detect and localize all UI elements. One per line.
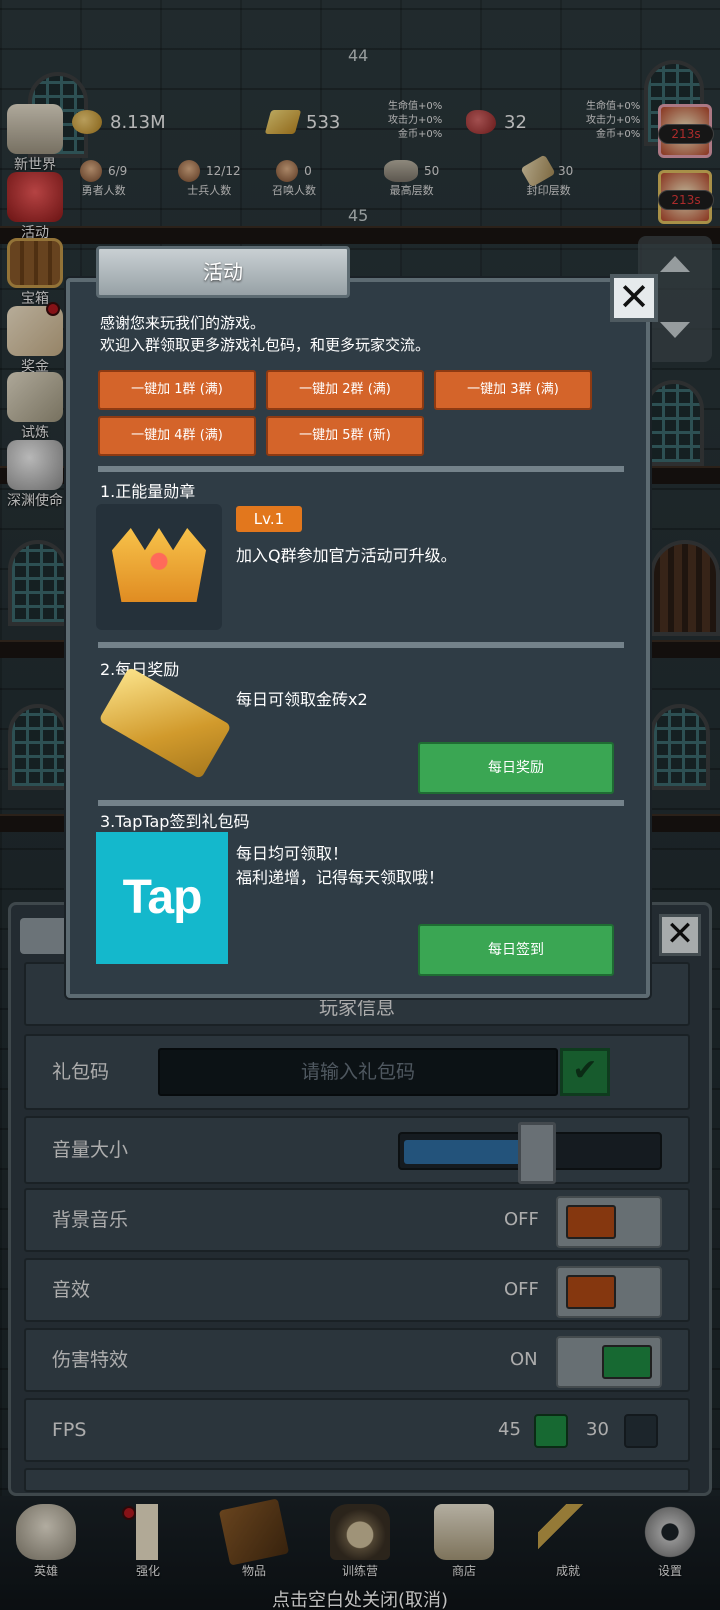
join-group-1-button[interactable]: 一键加 1群 (满) (98, 370, 256, 410)
section-title: 1.正能量勋章 (100, 482, 196, 501)
activity-dialog: 感谢您来玩我们的游戏。 欢迎入群领取更多游戏礼包码，和更多玩家交流。 一键加 1… (66, 278, 650, 998)
taptap-description: 每日均可领取！ 福利递增，记得每天领取哦！ (236, 844, 445, 887)
dialog-title: 活动 (96, 246, 350, 298)
section-title: 3.TapTap签到礼包码 (100, 812, 250, 831)
section-divider (98, 466, 624, 472)
dialog-intro: 感谢您来玩我们的游戏。 欢迎入群领取更多游戏礼包码，和更多玩家交流。 (100, 314, 431, 354)
medal-description: 加入Q群参加官方活动可升级。 (236, 546, 457, 565)
daily-reward-description: 每日可领取金砖x2 (236, 690, 368, 709)
dialog-close-button[interactable]: ✕ (610, 274, 658, 322)
gold-brick-icon (98, 666, 232, 780)
daily-checkin-button[interactable]: 每日签到 (418, 924, 614, 976)
join-group-5-button[interactable]: 一键加 5群 (新) (266, 416, 424, 456)
daily-reward-button[interactable]: 每日奖励 (418, 742, 614, 794)
medal-frame (96, 504, 222, 630)
taptap-logo: Tap (96, 832, 228, 964)
join-group-4-button[interactable]: 一键加 4群 (满) (98, 416, 256, 456)
section-divider (98, 642, 624, 648)
section-divider (98, 800, 624, 806)
join-group-3-button[interactable]: 一键加 3群 (满) (434, 370, 592, 410)
level-badge: Lv.1 (236, 506, 302, 532)
join-group-2-button[interactable]: 一键加 2群 (满) (266, 370, 424, 410)
crown-medal-icon (112, 528, 206, 602)
